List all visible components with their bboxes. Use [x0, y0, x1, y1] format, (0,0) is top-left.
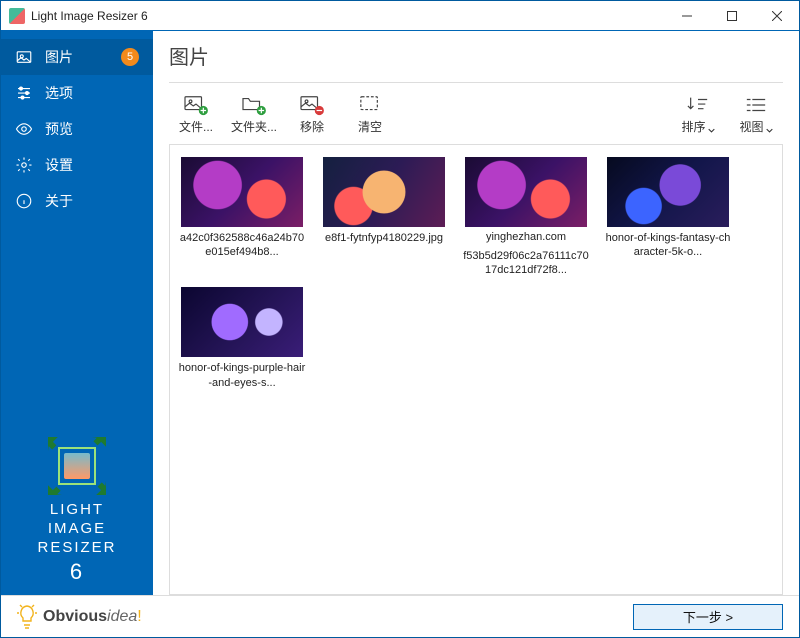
toolbar-label: 移除	[300, 118, 324, 135]
sidebar-item-label: 图片	[45, 47, 109, 67]
images-icon	[15, 48, 33, 66]
image-minus-icon	[299, 94, 325, 116]
next-button[interactable]: 下一步 >	[633, 604, 783, 630]
brand-version: 6	[1, 558, 153, 586]
thumbnail-item[interactable]: honor-of-kings-fantasy-character-5k-o...	[602, 157, 734, 277]
app-frame: 图片 5 选项 预览 设置	[1, 31, 799, 595]
image-plus-icon	[183, 94, 209, 116]
main-panel: 图片 文件... 文件夹...	[153, 31, 799, 595]
eye-icon	[15, 120, 33, 138]
thumbnail-filename: a42c0f362588c46a24b70e015ef494b8...	[176, 231, 308, 260]
thumbnail-filename: honor-of-kings-purple-hair-and-eyes-s...	[176, 361, 308, 390]
maximize-button[interactable]	[709, 1, 754, 31]
toolbar-label: 文件...	[179, 118, 213, 135]
thumbnail-overlay-text: yinghezhan.com	[486, 231, 566, 245]
thumbnail-filename: f53b5d29f06c2a76111c7017dc121df72f8...	[460, 249, 592, 278]
close-button[interactable]	[754, 1, 799, 31]
sidebar-item-label: 关于	[45, 191, 139, 211]
brand-logo-icon	[50, 439, 104, 493]
thumbnail-image	[323, 157, 445, 227]
thumbnail-image	[181, 157, 303, 227]
sidebar: 图片 5 选项 预览 设置	[1, 31, 153, 595]
thumbnail-image	[181, 287, 303, 357]
thumbnail-filename: honor-of-kings-fantasy-character-5k-o...	[602, 231, 734, 260]
add-folder-button[interactable]: 文件夹...	[227, 91, 281, 138]
info-icon	[15, 192, 33, 210]
minimize-button[interactable]	[664, 1, 709, 31]
thumbnail-image	[465, 157, 587, 227]
toolbar-label: 清空	[358, 118, 382, 135]
thumbnail-image	[607, 157, 729, 227]
sidebar-item-label: 预览	[45, 119, 139, 139]
thumbnail-item[interactable]: a42c0f362588c46a24b70e015ef494b8...	[176, 157, 308, 277]
sidebar-item-images[interactable]: 图片 5	[1, 39, 153, 75]
count-badge: 5	[121, 48, 139, 66]
thumbnail-grid: a42c0f362588c46a24b70e015ef494b8... e8f1…	[176, 157, 776, 390]
add-files-button[interactable]: 文件...	[169, 91, 223, 138]
sidebar-nav: 图片 5 选项 预览 设置	[1, 31, 153, 219]
thumbnail-grid-scroll[interactable]: a42c0f362588c46a24b70e015ef494b8... e8f1…	[169, 145, 783, 595]
sidebar-item-settings[interactable]: 设置	[1, 147, 153, 183]
toolbar-label: 视图	[739, 118, 772, 135]
lightbulb-icon	[17, 604, 37, 630]
toolbar-label-text: 视图	[739, 118, 763, 135]
gear-icon	[15, 156, 33, 174]
chevron-down-icon	[766, 123, 773, 130]
page-title: 图片	[169, 41, 783, 70]
brand-line: RESIZER	[1, 539, 153, 558]
brand-text: LIGHT IMAGE RESIZER 6	[1, 501, 153, 585]
vendor-brand: Obviousidea!	[17, 604, 142, 630]
view-list-icon	[743, 94, 769, 116]
vendor-text: Obviousidea!	[43, 608, 142, 626]
window-title: Light Image Resizer 6	[31, 9, 148, 23]
clear-icon	[357, 94, 383, 116]
toolbar-label: 排序	[681, 118, 714, 135]
thumbnail-item[interactable]: yinghezhan.com f53b5d29f06c2a76111c7017d…	[460, 157, 592, 277]
sort-icon	[685, 94, 711, 116]
thumbnail-item[interactable]: e8f1-fytnfyp4180229.jpg	[318, 157, 450, 277]
toolbar-label: 文件夹...	[231, 118, 277, 135]
sidebar-item-label: 选项	[45, 83, 139, 103]
toolbar-group-right: 排序 视图	[671, 91, 783, 138]
toolbar-group-left: 文件... 文件夹... 移除	[169, 91, 397, 138]
chevron-down-icon	[708, 123, 715, 130]
sidebar-item-label: 设置	[45, 155, 139, 175]
remove-button[interactable]: 移除	[285, 91, 339, 138]
vendor-text-c: !	[137, 608, 141, 625]
clear-button[interactable]: 清空	[343, 91, 397, 138]
thumbnail-item[interactable]: honor-of-kings-purple-hair-and-eyes-s...	[176, 287, 308, 390]
vendor-text-a: Obvious	[43, 608, 107, 625]
view-button[interactable]: 视图	[729, 91, 783, 138]
app-icon	[9, 8, 25, 24]
sidebar-item-options[interactable]: 选项	[1, 75, 153, 111]
toolbar: 文件... 文件夹... 移除	[169, 82, 783, 145]
brand-line: LIGHT	[1, 501, 153, 520]
window-controls	[664, 1, 799, 31]
brand-line: IMAGE	[1, 520, 153, 539]
thumbnail-filename: e8f1-fytnfyp4180229.jpg	[318, 231, 450, 245]
sliders-icon	[15, 84, 33, 102]
titlebar-left: Light Image Resizer 6	[1, 8, 148, 24]
folder-plus-icon	[241, 94, 267, 116]
sidebar-item-about[interactable]: 关于	[1, 183, 153, 219]
sidebar-item-preview[interactable]: 预览	[1, 111, 153, 147]
sort-button[interactable]: 排序	[671, 91, 725, 138]
footer: Obviousidea! 下一步 >	[1, 595, 799, 637]
vendor-text-b: idea	[107, 608, 137, 625]
sidebar-branding: LIGHT IMAGE RESIZER 6	[1, 439, 153, 595]
toolbar-label-text: 排序	[681, 118, 705, 135]
titlebar: Light Image Resizer 6	[1, 1, 799, 31]
